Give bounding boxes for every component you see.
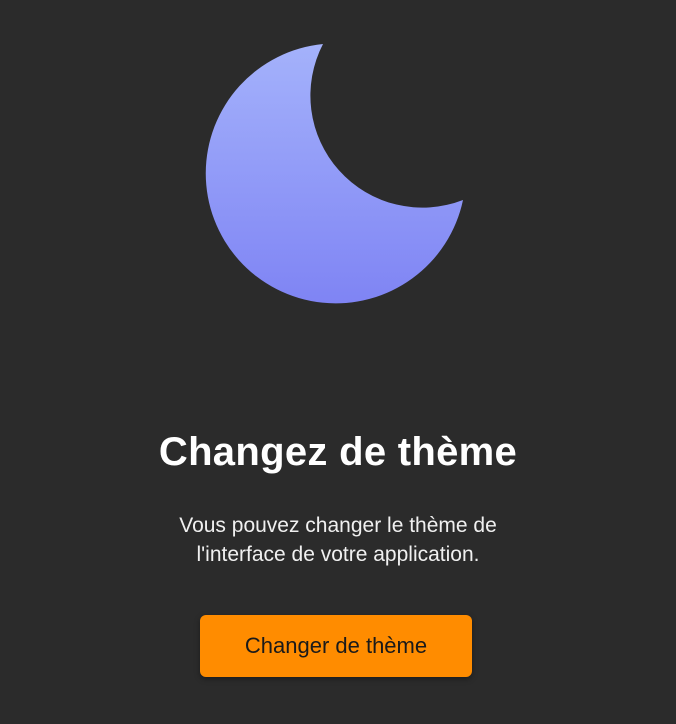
change-theme-button[interactable]: Changer de thème — [200, 615, 472, 677]
theme-change-screen: Changez de thème Vous pouvez changer le … — [0, 0, 676, 724]
description-text: Vous pouvez changer le thème de l'interf… — [118, 511, 558, 569]
page-title: Changez de thème — [158, 430, 518, 474]
description-line: l'interface de votre application. — [196, 543, 480, 566]
description-line: Vous pouvez changer le thème de — [179, 514, 497, 537]
moon-icon — [205, 44, 463, 304]
